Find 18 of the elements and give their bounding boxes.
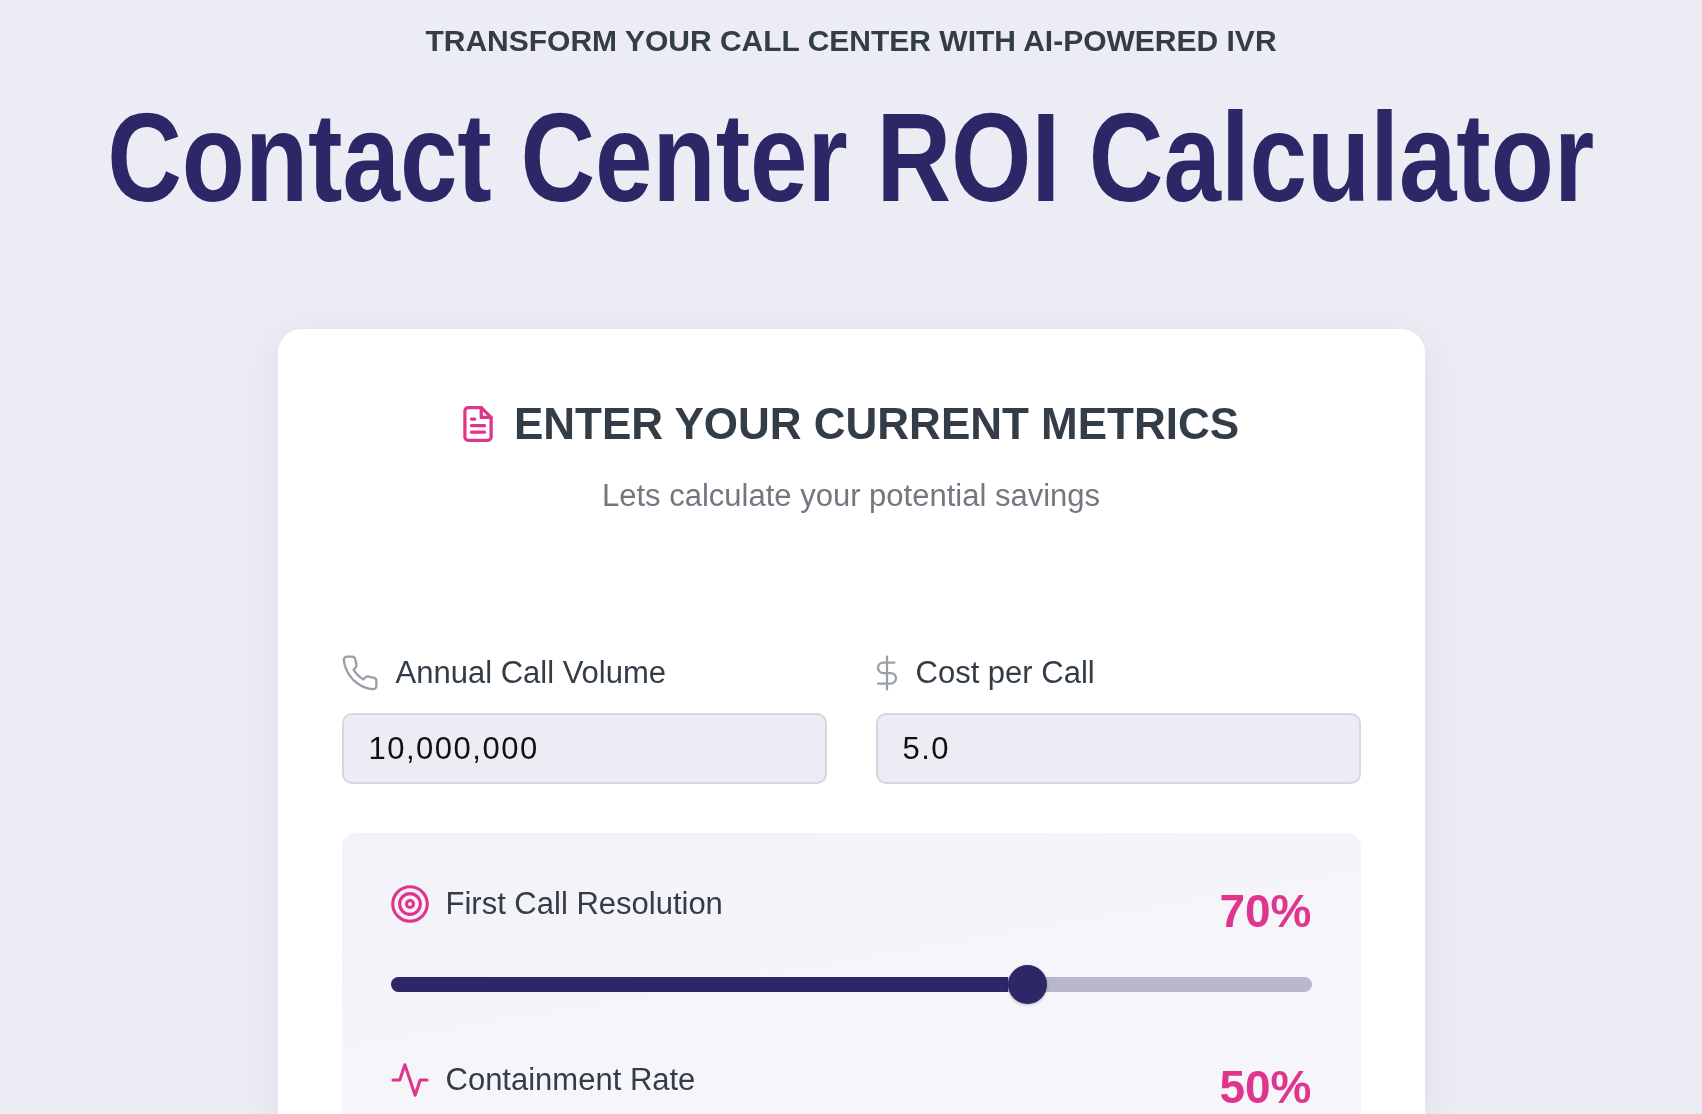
target-icon	[390, 885, 429, 923]
slider-value: 50%	[1219, 1062, 1312, 1113]
field-label: Cost per Call	[915, 655, 1095, 691]
section-heading: ENTER YOUR CURRENT METRICS	[513, 398, 1240, 450]
slider-thumb[interactable]	[1007, 965, 1047, 1004]
page-title: Contact Center ROI Calculator	[107, 95, 1595, 221]
slider-label: First Call Resolution	[445, 886, 723, 922]
dollar-icon	[875, 655, 898, 691]
slider-value: 70%	[1219, 886, 1312, 937]
phone-icon	[341, 655, 378, 691]
section-subtitle: Lets calculate your potential savings	[602, 478, 1100, 513]
field-label: Annual Call Volume	[395, 655, 667, 691]
input-field[interactable]: 5.0	[875, 713, 1361, 784]
pulse-icon	[390, 1063, 429, 1097]
document-icon	[462, 405, 493, 442]
slider-label: Containment Rate	[445, 1062, 696, 1098]
input-field[interactable]: 10,000,000	[341, 713, 827, 784]
eyebrow-text: TRANSFORM YOUR CALL CENTER WITH AI-POWERED IVR	[425, 23, 1277, 59]
